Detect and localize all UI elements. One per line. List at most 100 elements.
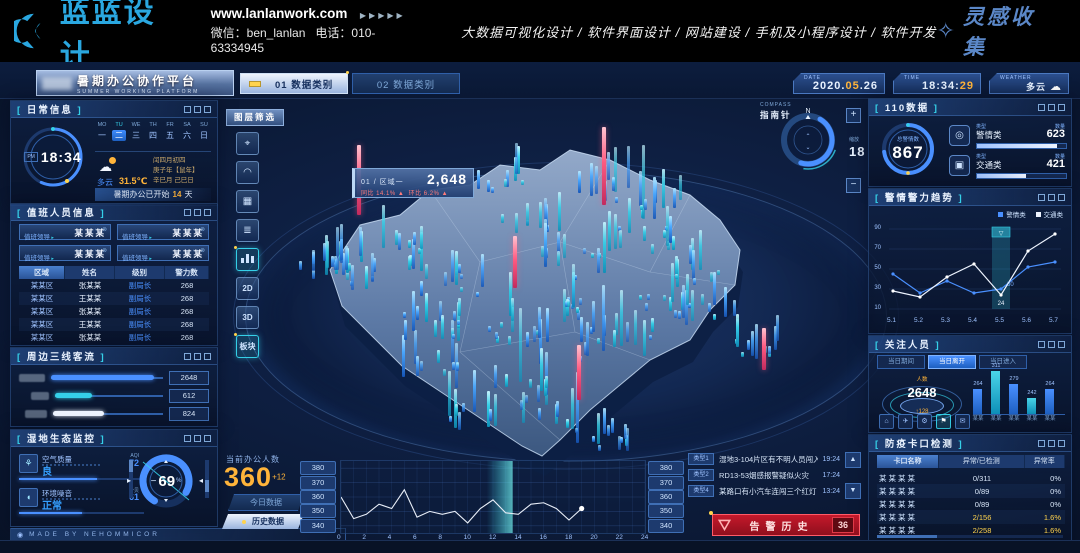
panel-controls-icon[interactable] [1035,440,1065,447]
office-chart-svg [341,461,645,533]
compass-icon[interactable]: N ⌃ ⌄ [774,104,842,172]
map-bar [437,350,440,363]
checkpoint-row: 某某某某0/890% [877,484,1065,498]
tab-data-category-1[interactable]: 01 数据类别 [240,73,348,94]
map-bar [686,274,689,305]
progress-fill [977,174,1026,178]
checkpoint-header-cell[interactable]: 卡口名称 [877,455,939,468]
alert-time: 17:24 [822,472,840,479]
clock-time: PM18:34 [21,125,85,189]
leaf-icon: ⚘ [19,454,38,473]
zoom-in-button[interactable]: + [846,108,861,123]
map-bar [331,256,334,267]
week-row: MO一TU二WE三TH四FR五SA六SU日 [95,122,211,141]
panel-controls-icon[interactable] [181,353,211,360]
map-bar [663,230,666,238]
history-data-button[interactable]: 历史数据 [222,514,304,529]
panel-controls-icon[interactable] [181,106,211,113]
checkpoint-rate: 1.6% [1025,526,1065,535]
mail-icon[interactable]: ✉ [955,414,970,429]
checkpoint-name: 某某某某 [877,525,939,536]
panel-title: 值班人员信息 [17,205,106,219]
panel-controls-icon[interactable] [181,435,211,442]
focus-bar-value: 279 [1006,376,1022,382]
duty-leader-card[interactable]: 值班领导 ▸⋯ ⊗某某某 [19,245,111,261]
duty-leader-card[interactable]: 值班领导 ▸⋯ ⊗某某某 [117,245,209,261]
bar-chart-icon[interactable] [236,248,259,271]
alert-scroll-up-icon[interactable]: ▲ [845,452,861,468]
table-cell: 副局长 [115,292,165,305]
grid-layers-icon[interactable]: ▦ [236,190,259,213]
plane-icon[interactable]: ✈ [898,414,913,429]
map-bar-alert [513,236,517,288]
focus-tab[interactable]: 当日期间 [877,355,925,369]
map-bar [441,315,444,339]
panel-daily-info: 日常信息 PM18:34 MO一TU二WE三TH四FR五SA六SU日 ☁ 多云 … [10,100,218,206]
checkpoint-header-cell[interactable]: 异常率 [1025,455,1065,468]
focus-bar-value: 264 [970,381,986,387]
panel-title: 周边三线客流 [17,349,106,363]
zoom-out-button[interactable]: − [846,178,861,193]
table-cell: 某某区 [19,305,65,318]
layer-block-button[interactable]: 板块 [236,335,259,358]
map-bar [653,177,656,219]
alert-row[interactable]: 类型2RD13-53烟感报警疑似火灾17:24 [688,468,840,482]
panel-controls-icon[interactable] [181,209,211,216]
map-bar [590,163,593,196]
map-bar [473,370,476,412]
home-icon[interactable]: ⌂ [879,414,894,429]
flow-value: 824 [169,407,209,421]
progress-track [976,173,1067,179]
panel-title: 湿地生态监控 [17,431,106,445]
checkpoint-ratio: 0/89 [939,487,1025,496]
map-bar [538,408,541,420]
gear-icon[interactable]: ⚙ [917,414,932,429]
map-bar [538,307,541,338]
focus-bar-label: 某某 [1024,414,1040,422]
duty-table: 区域姓名级别警力数某某区张某某副局长268某某区王某某副局长268某某区张某某副… [19,266,209,344]
layer-3d-button[interactable]: 3D [236,306,259,329]
panel-controls-icon[interactable] [1035,341,1065,348]
duty-leader-card[interactable]: 值班领导 ▸⋯ ⊗某某某 [117,224,209,240]
alert-row[interactable]: 类型4某路口有小汽车连闯三个红灯13:24 [688,484,840,498]
map-bar-alert [577,345,581,400]
focus-tab[interactable]: 当日离开 [928,355,976,369]
checkpoint-header-cell[interactable]: 异常/已检测 [939,455,1025,468]
map-bar [598,445,601,451]
checkpoint-ratio: 2/156 [939,513,1025,522]
map-pin-icon[interactable]: ⌖ [236,132,259,155]
radar-icon[interactable]: ◠ [236,161,259,184]
map-bar [312,270,315,279]
scrollbar[interactable] [877,535,1063,538]
map-bar [673,188,676,208]
checkpoint-ratio: 0/89 [939,500,1025,509]
layer-2d-button[interactable]: 2D [236,277,259,300]
y-axis-pill: 370 [648,476,684,490]
duty-leader-card[interactable]: 值班领导 ▸⋯ ⊗某某某 [19,224,111,240]
gauge-slider-right[interactable] [205,460,209,498]
list-layers-icon[interactable]: ≣ [236,219,259,242]
bottom-band [0,540,1080,553]
map-bar [460,274,463,279]
alert-text: 某路口有小汽车连闯三个红灯 [719,486,818,497]
tooltip-title: 01 / 区域一 [361,177,404,187]
map-bar [575,428,578,433]
panel-controls-icon[interactable] [1035,104,1065,111]
alert-scroll-down-icon[interactable]: ▼ [845,483,861,499]
gauge-arrow-right-icon[interactable]: ◂ [199,476,203,485]
chevron-right-icon: ▸ [50,235,54,241]
alert-history-banner[interactable]: 告警历史 36 [712,514,860,536]
tab-data-category-2[interactable]: 02 数据类别 [352,73,460,94]
panel-controls-icon[interactable] [1035,194,1065,201]
y-axis-tick: 30 [869,285,881,291]
alert-row[interactable]: 类型1湿地3-104片区有不明人员闯入19:24 [688,452,840,466]
gauge-arrow-left-icon[interactable]: ▸ [127,476,131,485]
table-cell: 张某某 [65,279,115,292]
flag-icon[interactable]: ⚑ [936,414,951,429]
today-data-button[interactable]: 今日数据 [228,494,304,511]
lunar-calendar: 闰四月初四庚子年【鼠年】辛巳月 己巳日 [153,156,199,186]
map-bar [487,180,490,192]
map-bar [425,293,428,322]
map-bar [678,311,681,319]
map-bar [416,306,419,320]
